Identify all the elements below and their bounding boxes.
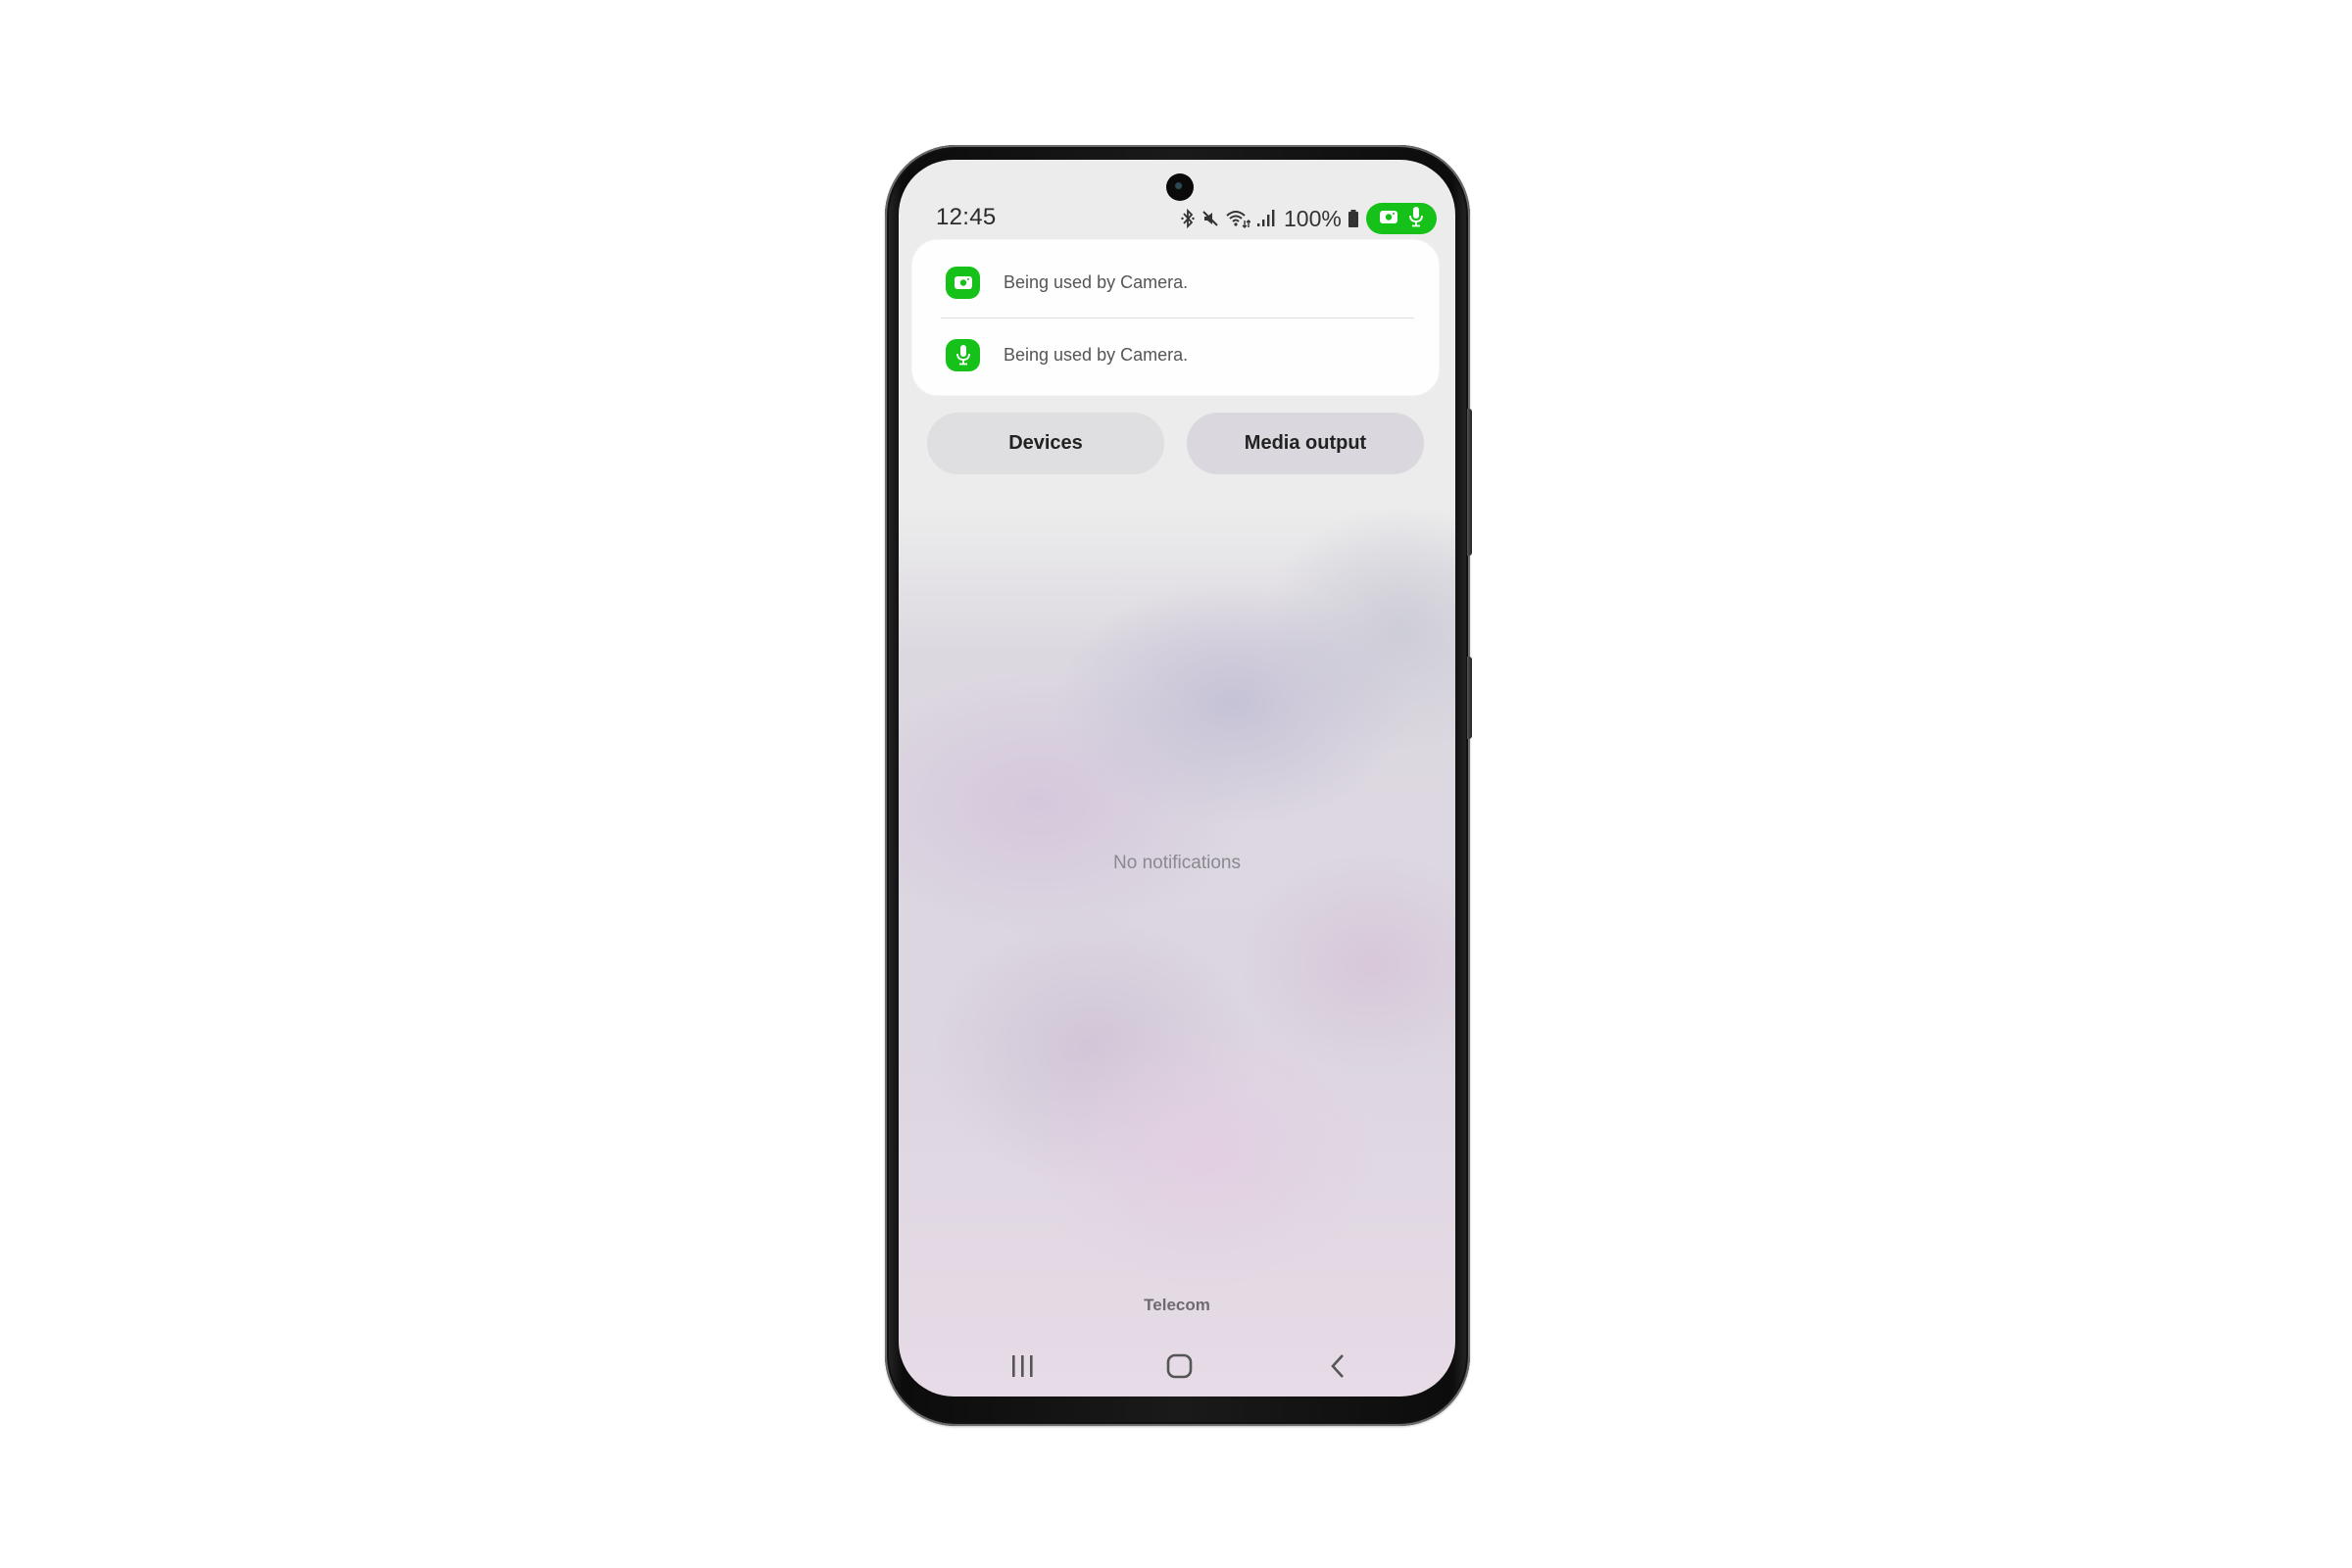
recents-icon bbox=[1012, 1355, 1033, 1377]
back-button[interactable] bbox=[1318, 1349, 1357, 1383]
power-button bbox=[1467, 657, 1472, 739]
battery-percent: 100% bbox=[1284, 205, 1342, 231]
privacy-item-text: Being used by Camera. bbox=[1004, 271, 1189, 292]
bluetooth-icon bbox=[1180, 209, 1196, 228]
status-time: 12:45 bbox=[936, 204, 997, 230]
back-icon bbox=[1331, 1354, 1344, 1378]
media-output-button[interactable]: Media output bbox=[1187, 413, 1424, 474]
microphone-icon bbox=[946, 338, 980, 371]
volume-button bbox=[1467, 409, 1472, 556]
no-notifications-text: No notifications bbox=[1113, 853, 1241, 873]
privacy-item-microphone[interactable]: Being used by Camera. bbox=[946, 338, 1188, 371]
recents-button[interactable] bbox=[1003, 1349, 1042, 1383]
privacy-item-text: Being used by Camera. bbox=[1004, 344, 1189, 365]
mute-icon bbox=[1201, 209, 1219, 228]
front-camera bbox=[1166, 173, 1194, 201]
microphone-icon bbox=[1408, 206, 1424, 232]
signal-icon bbox=[1256, 209, 1276, 228]
camera-icon bbox=[1379, 209, 1398, 229]
battery-icon bbox=[1348, 209, 1359, 228]
privacy-indicator[interactable] bbox=[1366, 203, 1437, 234]
privacy-usage-card: Being used by Camera. Being used by Came… bbox=[912, 240, 1439, 395]
wifi-icon bbox=[1225, 208, 1250, 229]
status-icons: 100% bbox=[1180, 204, 1359, 233]
camera-icon bbox=[946, 266, 980, 299]
devices-button[interactable]: Devices bbox=[927, 413, 1164, 474]
privacy-item-camera[interactable]: Being used by Camera. bbox=[946, 266, 1188, 299]
home-button[interactable] bbox=[1160, 1349, 1200, 1383]
home-icon bbox=[1166, 1353, 1193, 1379]
carrier-label: Telecom bbox=[1144, 1296, 1210, 1314]
